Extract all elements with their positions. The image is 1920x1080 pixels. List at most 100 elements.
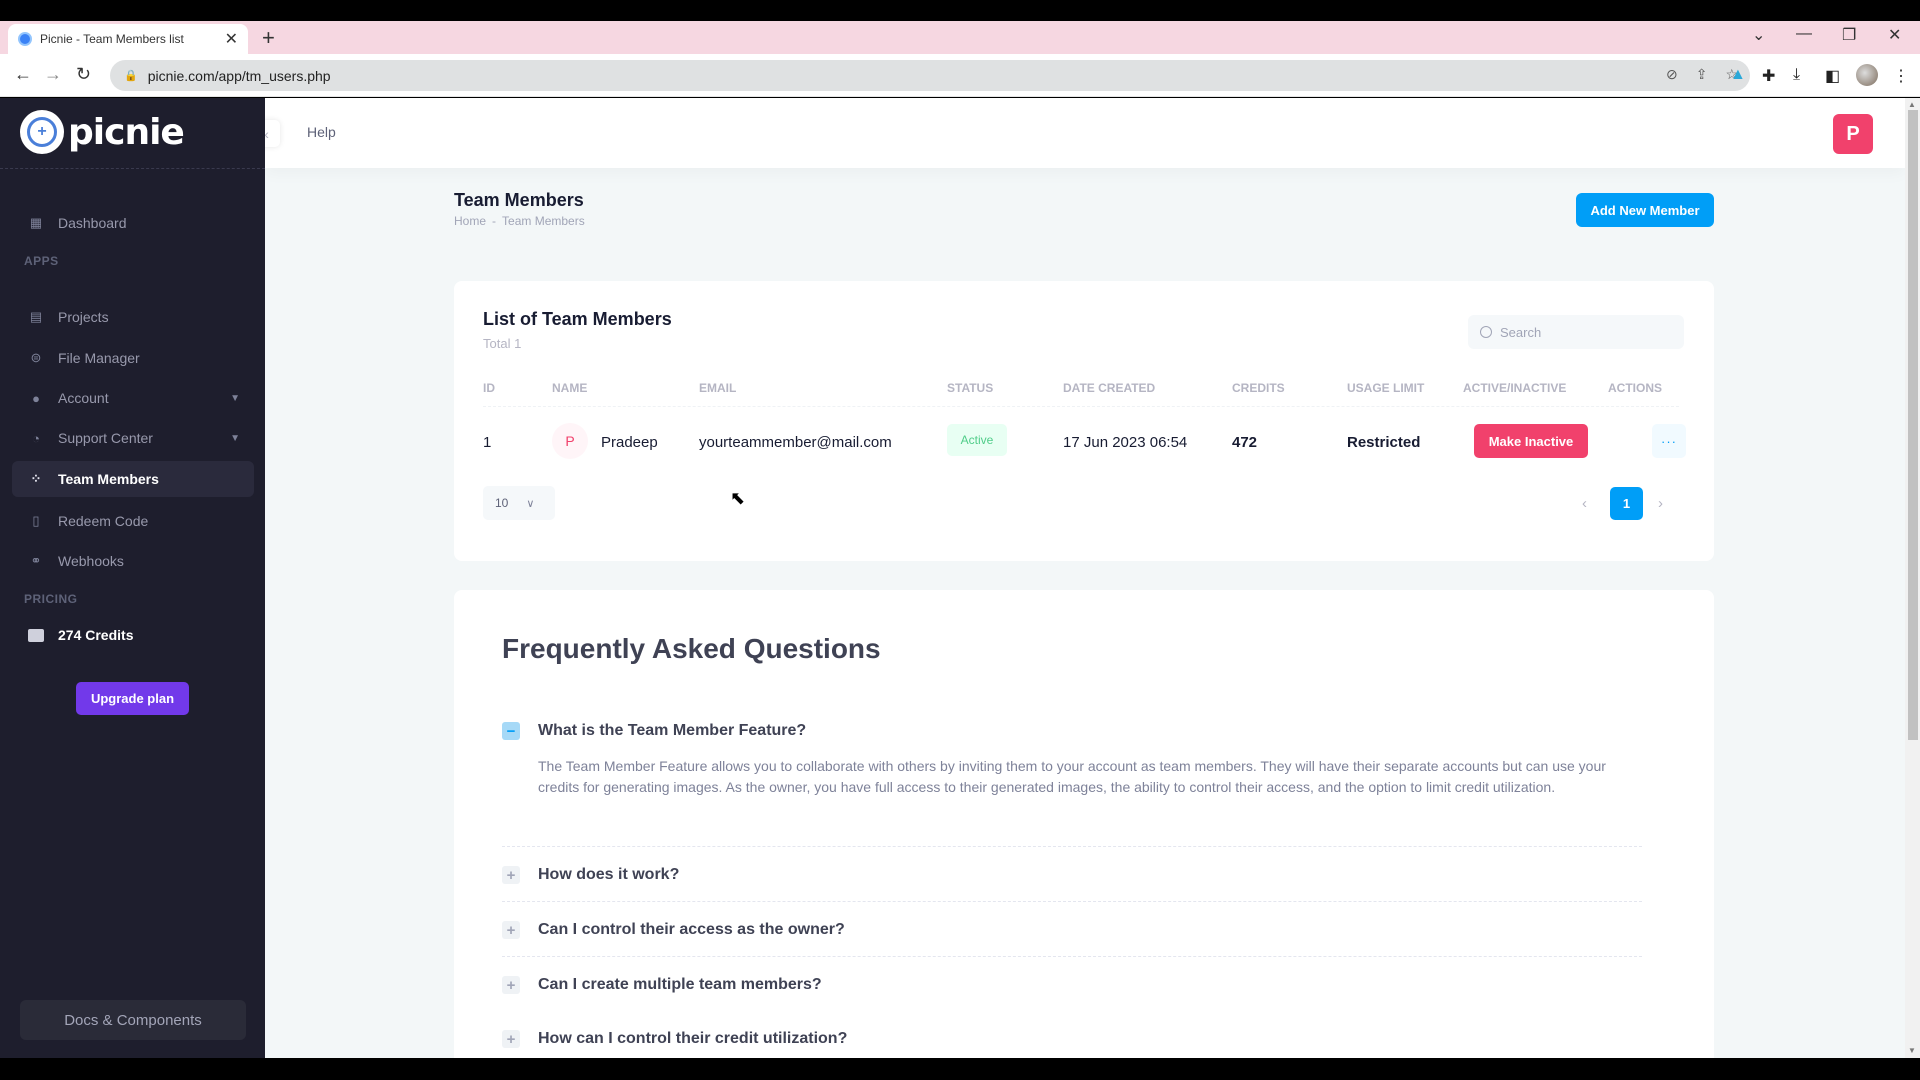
column-header-active-inactive: ACTIVE/INACTIVE [1463,381,1567,395]
extension-a-icon[interactable]: ▲ [1730,66,1746,84]
status-badge: Active [947,424,1007,456]
favicon-icon [18,32,32,46]
logo[interactable]: + picnie [20,110,185,154]
cell-usage-limit: Restricted [1347,434,1421,451]
cell-credits: 472 [1232,434,1258,451]
sidebar-item-support-center[interactable]: ◔ Support Center ▼ [12,420,254,456]
search-box[interactable] [1468,315,1684,349]
faq-question[interactable]: + Can I control their access as the owne… [502,921,1642,939]
sidebar-item-account[interactable]: ● Account ▼ [12,380,254,416]
scroll-thumb[interactable] [1908,110,1918,740]
column-header-credits: CREDITS [1232,381,1285,395]
logo-mark-icon: + [20,110,64,154]
row-actions-button[interactable]: ··· [1652,424,1686,458]
faq-question[interactable]: + How does it work? [502,866,1642,884]
expand-icon[interactable]: + [502,921,520,939]
make-inactive-button[interactable]: Make Inactive [1474,424,1588,458]
top-header: « Help P [265,98,1905,168]
pagination-page-1[interactable]: 1 [1610,487,1643,520]
scroll-up-icon[interactable]: ▲ [1908,100,1916,109]
forward-icon[interactable]: → [44,64,62,85]
share-icon[interactable]: ⇪ [1696,66,1708,83]
faq-card: Frequently Asked Questions − What is the… [454,590,1714,1058]
faq-item[interactable]: + Can I control their access as the owne… [502,921,1642,939]
expand-icon[interactable]: + [502,866,520,884]
screen-top-bar [0,0,1920,21]
divider [502,901,1642,902]
url-bar[interactable]: 🔒 picnie.com/app/tm_users.php ⊘ ⇪ ☆ [110,60,1750,91]
sidebar-item-projects[interactable]: ▤ Projects [12,299,254,335]
team-members-card: List of Team Members Total 1 ID NAME EMA… [454,281,1714,561]
faq-item[interactable]: + Can I create multiple team members? [502,976,1642,994]
lock-icon: 🔒 [124,70,138,82]
per-page-select[interactable]: 10 ∨ [483,486,555,520]
sidebar-item-team-members[interactable]: ⁘ Team Members [12,461,254,497]
reload-icon[interactable]: ↻ [76,64,91,85]
sidebar-item-label: Account [58,390,109,406]
docs-components-button[interactable]: Docs & Components [20,1000,246,1040]
url-text: picnie.com/app/tm_users.php [147,67,331,84]
expand-icon[interactable]: + [502,1030,520,1048]
upgrade-plan-button[interactable]: Upgrade plan [76,682,189,715]
faq-item[interactable]: + How does it work? [502,866,1642,884]
page-scrollbar[interactable]: ▲ ▼ [1905,98,1920,1058]
wallet-icon [28,628,44,642]
sidebar-item-label: Team Members [58,471,159,487]
restore-icon[interactable]: ❐ [1842,25,1856,45]
menu-icon[interactable]: ⋮ [1893,66,1909,86]
cell-date-created: 17 Jun 2023 06:54 [1063,434,1188,451]
browser-tab[interactable]: Picnie - Team Members list ✕ [8,24,248,54]
new-tab-icon[interactable]: + [262,25,275,51]
back-icon[interactable]: ← [14,64,32,85]
collapse-icon[interactable]: − [502,722,520,740]
breadcrumb: Home - Team Members [454,214,585,228]
section-label-pricing: PRICING [24,592,78,606]
pagination-next[interactable]: › [1658,495,1663,512]
search-input[interactable] [1500,324,1670,340]
help-link[interactable]: Help [307,124,336,140]
close-tab-icon[interactable]: ✕ [225,29,238,49]
collapse-sidebar-button[interactable]: « [265,120,280,147]
sidebar-item-file-manager[interactable]: ⊜ File Manager [12,340,254,376]
eye-off-icon[interactable]: ⊘ [1666,66,1678,83]
divider [0,168,265,169]
tab-search-icon[interactable]: ⌄ [1752,25,1765,45]
window-close-icon[interactable]: ✕ [1888,25,1901,45]
sidepanel-icon[interactable]: ◧ [1825,66,1840,86]
faq-question-text: Can I control their access as the owner? [538,921,845,938]
sidebar-item-webhooks[interactable]: ⚭ Webhooks [12,543,254,579]
sidebar-item-redeem-code[interactable]: ▯ Redeem Code [12,503,254,539]
user-avatar[interactable]: P [1833,114,1873,154]
search-icon [1480,326,1492,338]
sidebar-item-dashboard[interactable]: ▦ Dashboard [12,205,254,241]
puzzle-icon[interactable]: ✚ [1762,66,1775,86]
map-icon: ▯ [32,513,40,528]
webhook-icon: ⚭ [30,553,42,568]
faq-question[interactable]: + How can I control their credit utiliza… [502,1030,1642,1048]
scroll-down-icon[interactable]: ▼ [1908,1046,1916,1055]
chevron-down-icon: ▼ [230,392,240,404]
credits-balance[interactable]: 274 Credits [28,627,133,643]
faq-item[interactable]: − What is the Team Member Feature? The T… [502,722,1642,798]
breadcrumb-separator: - [492,214,497,228]
faq-item[interactable]: + How can I control their credit utiliza… [502,1030,1642,1048]
pagination-prev[interactable]: ‹ [1582,495,1587,512]
breadcrumb-current: Team Members [502,214,585,228]
faq-title: Frequently Asked Questions [502,633,881,664]
profile-icon[interactable] [1856,64,1878,86]
minimize-icon[interactable]: — [1796,25,1812,43]
expand-icon[interactable]: + [502,976,520,994]
list-title: List of Team Members [483,309,672,329]
breadcrumb-home[interactable]: Home [454,214,486,228]
sidebar-item-label: Projects [58,309,109,325]
list-total: Total 1 [483,336,522,351]
column-header-email: EMAIL [699,381,737,395]
user-icon: ● [32,390,40,406]
faq-question-text: Can I create multiple team members? [538,976,822,993]
faq-question-text: How can I control their credit utilizati… [538,1030,848,1047]
faq-question[interactable]: − What is the Team Member Feature? [502,722,1642,740]
download-icon[interactable]: ⤓ [1793,66,1800,84]
add-new-member-button[interactable]: Add New Member [1576,193,1714,227]
column-header-actions: ACTIONS [1608,381,1662,395]
faq-question[interactable]: + Can I create multiple team members? [502,976,1642,994]
